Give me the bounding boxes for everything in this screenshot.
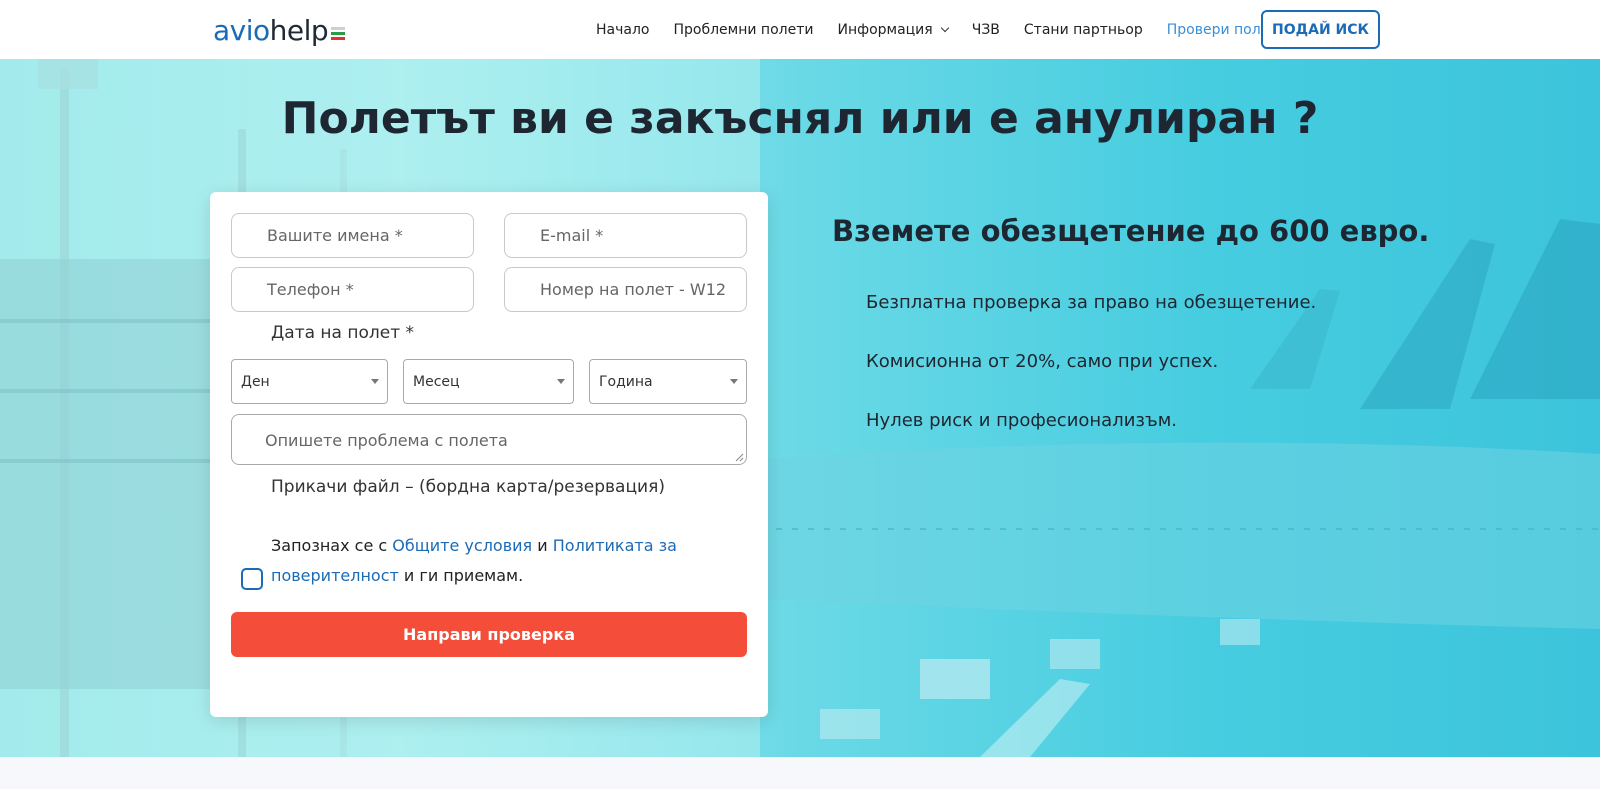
flag-icon [331, 26, 346, 41]
caret-down-icon [557, 379, 565, 384]
benefit-item: Комисионна от 20%, само при успех. [866, 351, 1219, 372]
day-select-value: Ден [241, 373, 270, 390]
flight-check-form: Вашите имена * E-mail * Телефон * Номер … [210, 192, 768, 717]
problem-description-textarea[interactable]: Опишете проблема с полета [231, 414, 747, 465]
caret-down-icon [730, 379, 738, 384]
resize-handle-icon[interactable] [735, 453, 744, 462]
attach-file-link[interactable]: Прикачи файл – (бордна карта/резервация) [271, 477, 665, 497]
month-select[interactable]: Месец [403, 359, 574, 404]
year-select[interactable]: Година [589, 359, 747, 404]
benefit-item: Нулев риск и професионализъм. [866, 410, 1178, 431]
submit-claim-button[interactable]: ПОДАЙ ИСК [1261, 10, 1380, 49]
consent-text-1: Запознах се с [271, 536, 393, 555]
month-select-value: Месец [413, 373, 460, 390]
compensation-heading: Вземете обезщетение до 600 евро. [832, 214, 1430, 248]
main-nav: Начало Проблемни полети Информация ЧЗВ С… [596, 18, 1301, 42]
terms-checkbox[interactable] [241, 568, 263, 590]
name-input[interactable]: Вашите имена * [231, 213, 474, 258]
nav-problem-flights[interactable]: Проблемни полети [673, 22, 813, 38]
description-placeholder: Опишете проблема с полета [265, 431, 508, 450]
check-flight-button[interactable]: Направи проверка [231, 612, 747, 657]
aviohelp-logo[interactable]: avio help [213, 13, 346, 47]
nav-become-partner[interactable]: Стани партньор [1024, 22, 1143, 38]
nav-home[interactable]: Начало [596, 22, 649, 38]
email-input[interactable]: E-mail * [504, 213, 747, 258]
caret-down-icon [371, 379, 379, 384]
benefit-item: Безплатна проверка за право на обезщетен… [866, 292, 1317, 313]
chevron-down-icon [940, 23, 949, 33]
nav-information[interactable]: Информация [837, 22, 949, 38]
nav-faq[interactable]: ЧЗВ [972, 22, 1000, 38]
logo-text-help: help [269, 13, 329, 47]
flight-number-input[interactable]: Номер на полет - W12 [504, 267, 747, 312]
consent-text-3: и ги приемам. [398, 566, 524, 585]
terms-link[interactable]: Общите условия [392, 536, 532, 555]
year-select-value: Година [599, 373, 653, 390]
terms-consent-text: Запознах се с Общите условия и Политикат… [271, 531, 691, 591]
flight-date-label: Дата на полет * [271, 323, 415, 343]
hero-title: Полетът ви е закъснял или е анулиран ? [281, 93, 1319, 144]
consent-text-2: и [532, 536, 553, 555]
site-header: avio help Начало Проблемни полети Информа… [0, 0, 1600, 59]
hero-section: Полетът ви е закъснял или е анулиран ? В… [0, 59, 1600, 757]
phone-input[interactable]: Телефон * [231, 267, 474, 312]
nav-information-label: Информация [837, 22, 933, 38]
logo-text-avio: avio [213, 13, 270, 47]
day-select[interactable]: Ден [231, 359, 388, 404]
